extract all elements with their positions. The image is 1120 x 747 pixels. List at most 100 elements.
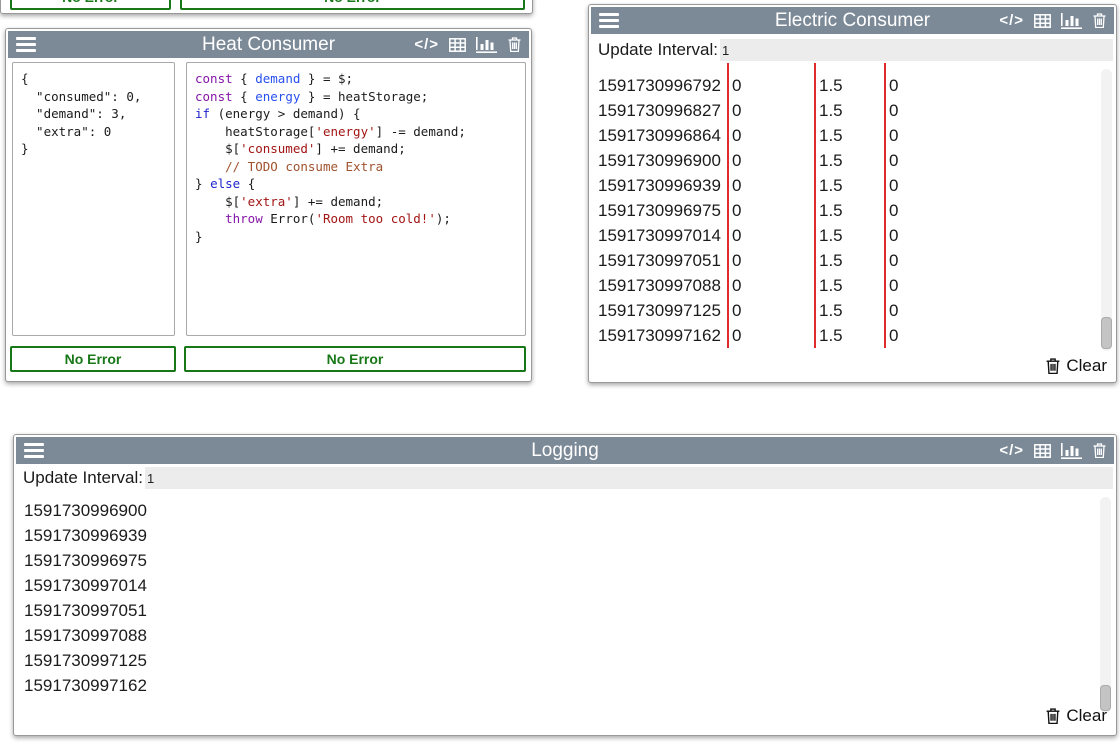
panel-electric-consumer: Electric Consumer </> bbox=[588, 4, 1117, 383]
code-icon[interactable]: </> bbox=[999, 13, 1024, 28]
log-row: 1591730996975 bbox=[14, 548, 1098, 573]
table-cell: 0 bbox=[727, 73, 814, 98]
table-cell: 1.5 bbox=[814, 123, 884, 148]
trash-icon[interactable] bbox=[1093, 443, 1106, 458]
log-row: 1591730996900 bbox=[14, 498, 1098, 523]
scrollbar-track[interactable] bbox=[1101, 69, 1112, 351]
code-line: const { demand } = $; bbox=[195, 70, 521, 88]
menu-icon[interactable] bbox=[16, 34, 38, 55]
table-row bbox=[589, 63, 1100, 73]
no-error-button[interactable]: No Error bbox=[10, 0, 171, 10]
table-cell: 0 bbox=[884, 273, 1100, 298]
table-cell: 0 bbox=[884, 198, 1100, 223]
json-line: "consumed": 0, bbox=[21, 88, 170, 106]
dashboard: No Error No Error Heat Consumer </> bbox=[0, 0, 1120, 747]
bar-chart-icon[interactable] bbox=[476, 37, 498, 53]
table-row: 159173099701401.50 bbox=[589, 223, 1100, 248]
clear-button[interactable]: Clear bbox=[1046, 353, 1107, 378]
state-json-editor[interactable]: { "consumed": 0, "demand": 3, "extra": 0… bbox=[12, 62, 175, 336]
table-cell: 0 bbox=[884, 248, 1100, 273]
table-cell: 0 bbox=[884, 148, 1100, 173]
trash-icon[interactable] bbox=[1093, 13, 1106, 28]
log-row: 1591730997162 bbox=[14, 673, 1098, 698]
table-cell: 1.5 bbox=[814, 323, 884, 348]
trash-icon[interactable] bbox=[508, 37, 521, 52]
table-row: 159173099693901.50 bbox=[589, 173, 1100, 198]
table-cell bbox=[884, 63, 1100, 73]
no-error-button[interactable]: No Error bbox=[180, 0, 525, 10]
table-cell bbox=[727, 63, 814, 73]
table-cell: 1591730997125 bbox=[598, 298, 727, 323]
code-line: heatStorage['energy'] -= demand; bbox=[195, 123, 521, 141]
log-row: 1591730997125 bbox=[14, 648, 1098, 673]
table-cell: 1591730996827 bbox=[598, 98, 727, 123]
table-cell: 1.5 bbox=[814, 148, 884, 173]
table-cell: 0 bbox=[884, 223, 1100, 248]
update-interval-row: Update Interval: 1 bbox=[592, 38, 1113, 62]
table-row: 159173099686401.50 bbox=[589, 123, 1100, 148]
table-cell: 1.5 bbox=[814, 173, 884, 198]
bar-chart-icon[interactable] bbox=[1061, 443, 1083, 459]
scrollbar-track[interactable] bbox=[1100, 497, 1111, 713]
electric-consumer-header: Electric Consumer </> bbox=[591, 7, 1114, 34]
scrollbar-thumb[interactable] bbox=[1101, 317, 1112, 349]
clear-label: Clear bbox=[1066, 706, 1107, 726]
log-row: 1591730997051 bbox=[14, 598, 1098, 623]
table-cell: 1.5 bbox=[814, 223, 884, 248]
table-cell: 1591730997088 bbox=[598, 273, 727, 298]
json-line: } bbox=[21, 140, 170, 158]
table-cell: 0 bbox=[884, 173, 1100, 198]
code-icon[interactable]: </> bbox=[414, 37, 439, 52]
table-cell: 1.5 bbox=[814, 73, 884, 98]
bar-chart-icon[interactable] bbox=[1061, 13, 1083, 29]
update-interval-input[interactable]: 1 bbox=[145, 467, 1113, 489]
clear-button[interactable]: Clear bbox=[1046, 703, 1107, 728]
table-cell bbox=[598, 63, 727, 73]
log-row: 1591730996939 bbox=[14, 523, 1098, 548]
menu-icon[interactable] bbox=[599, 10, 621, 31]
code-line: throw Error('Room too cold!'); bbox=[195, 210, 521, 228]
table-icon[interactable] bbox=[449, 38, 466, 52]
code-icon[interactable]: </> bbox=[999, 443, 1024, 458]
no-error-button[interactable]: No Error bbox=[10, 346, 176, 372]
table-cell: 0 bbox=[884, 98, 1100, 123]
log-row: 1591730997014 bbox=[14, 573, 1098, 598]
panel-heat-consumer: Heat Consumer </> bbox=[5, 28, 532, 382]
table-cell: 1591730996900 bbox=[598, 148, 727, 173]
code-line: } else { bbox=[195, 175, 521, 193]
table-row: 159173099712501.50 bbox=[589, 298, 1100, 323]
table-row: 159173099679201.50 bbox=[589, 73, 1100, 98]
no-error-button[interactable]: No Error bbox=[184, 346, 526, 372]
code-editor[interactable]: const { demand } = $;const { energy } = … bbox=[186, 62, 526, 336]
table-cell: 1591730996939 bbox=[598, 173, 727, 198]
table-cell: 1.5 bbox=[814, 198, 884, 223]
panel-title: Logging bbox=[16, 440, 1114, 462]
trash-icon bbox=[1046, 358, 1060, 374]
code-line: $['extra'] += demand; bbox=[195, 193, 521, 211]
trash-icon bbox=[1046, 708, 1060, 724]
table-icon[interactable] bbox=[1034, 444, 1051, 458]
table-cell: 1591730996792 bbox=[598, 73, 727, 98]
log-row: 1591730997088 bbox=[14, 623, 1098, 648]
clear-label: Clear bbox=[1066, 356, 1107, 376]
update-interval-label: Update Interval: bbox=[17, 468, 145, 488]
menu-icon[interactable] bbox=[24, 440, 46, 461]
header-toolbar: </> bbox=[404, 37, 521, 53]
table-icon[interactable] bbox=[1034, 14, 1051, 28]
table-cell: 0 bbox=[727, 98, 814, 123]
table-cell: 1.5 bbox=[814, 273, 884, 298]
table-cell: 1591730996864 bbox=[598, 123, 727, 148]
table-cell: 1591730997014 bbox=[598, 223, 727, 248]
electric-data-table: 159173099679201.50159173099682701.501591… bbox=[589, 63, 1100, 352]
table-cell: 0 bbox=[727, 323, 814, 348]
table-cell: 1.5 bbox=[814, 98, 884, 123]
code-line: // TODO consume Extra bbox=[195, 158, 521, 176]
table-cell bbox=[814, 63, 884, 73]
header-toolbar: </> bbox=[989, 13, 1106, 29]
update-interval-input[interactable]: 1 bbox=[720, 39, 1113, 61]
header-toolbar: </> bbox=[989, 443, 1106, 459]
table-row: 159173099697501.50 bbox=[589, 198, 1100, 223]
code-line: $['consumed'] += demand; bbox=[195, 140, 521, 158]
panel-logging: Logging </> bbox=[13, 434, 1117, 736]
panel-partial-top: No Error No Error bbox=[0, 0, 533, 14]
